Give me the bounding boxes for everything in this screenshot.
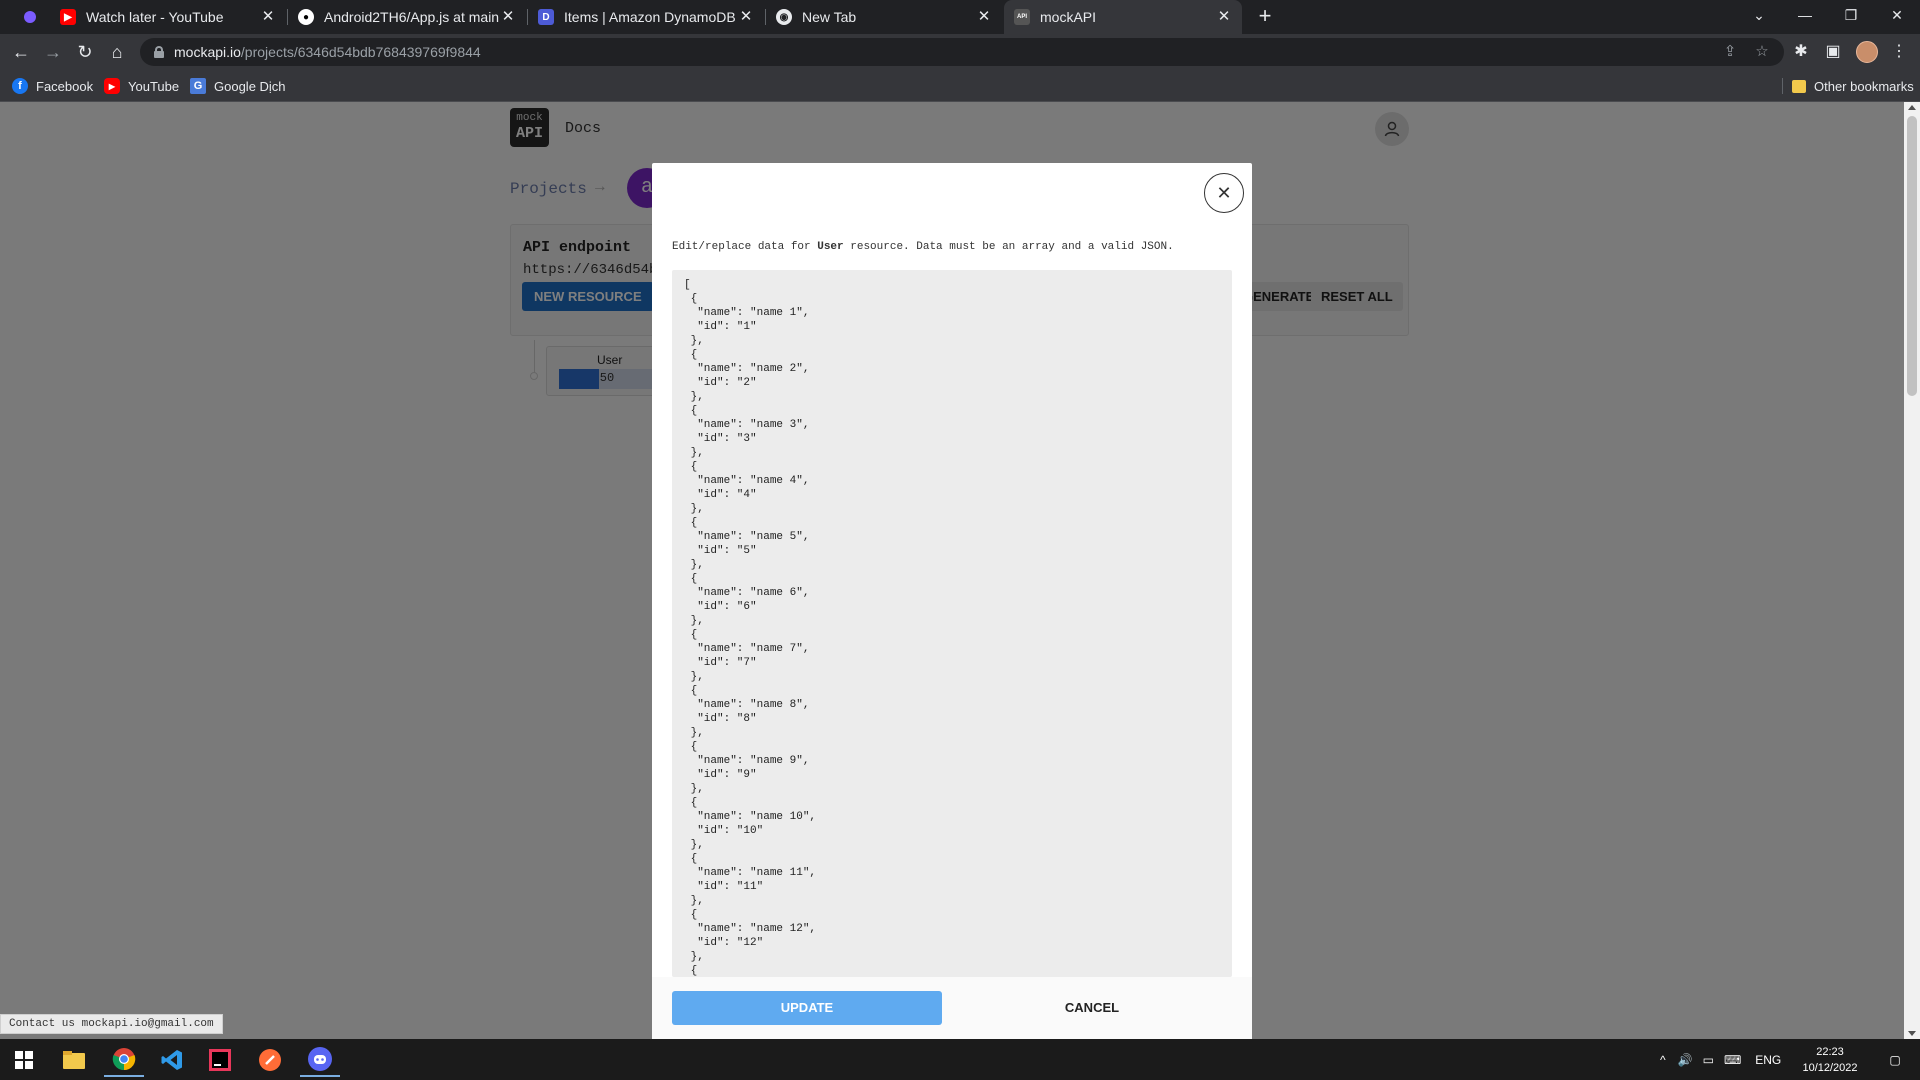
modal-description: Edit/replace data for User resource. Dat… (672, 241, 1174, 253)
edit-data-modal: ✕ Edit/replace data for User resource. D… (652, 163, 1252, 1039)
language-indicator[interactable]: ENG (1755, 1053, 1781, 1067)
discord-icon[interactable] (300, 1043, 340, 1077)
chrome-icon: ◉ (776, 9, 792, 25)
resource-name-label: User (817, 241, 844, 253)
github-icon: ● (298, 9, 314, 25)
folder-icon (1792, 79, 1806, 93)
page-scrollbar[interactable] (1904, 102, 1920, 1039)
tab-strip: ▶ Watch later - YouTube ✕ ● Android2TH6/… (0, 0, 1920, 34)
page-viewport: mock API Docs Projects → a API endpoint … (0, 102, 1920, 1039)
bookmark-youtube[interactable]: ▶ YouTube (104, 76, 179, 96)
windows-start-icon[interactable] (4, 1043, 44, 1077)
tab-search-icon[interactable]: ⌄ (1736, 0, 1782, 30)
taskbar-clock[interactable]: 22:23 10/12/2022 (1790, 1044, 1870, 1076)
file-explorer-icon[interactable] (54, 1043, 94, 1077)
menu-kebab-icon[interactable]: ⋮ (1886, 39, 1912, 65)
scroll-down-arrow-icon[interactable] (1908, 1031, 1916, 1036)
intellij-icon[interactable] (200, 1043, 240, 1077)
youtube-icon: ▶ (60, 9, 76, 25)
new-tab-button[interactable]: + (1252, 4, 1278, 30)
close-window-button[interactable]: ✕ (1874, 0, 1920, 30)
clock-date: 10/12/2022 (1802, 1062, 1858, 1074)
tab-pinned[interactable] (14, 0, 52, 34)
side-panel-icon[interactable]: ▣ (1820, 39, 1846, 65)
back-icon[interactable]: ← (8, 39, 34, 65)
reload-icon[interactable]: ↻ (72, 39, 98, 65)
purple-circle-icon (24, 11, 36, 23)
lock-icon (154, 46, 164, 58)
contact-footer: Contact us mockapi.io@gmail.com (0, 1014, 223, 1034)
tab-mockapi[interactable]: API mockAPI ✕ (1004, 0, 1242, 34)
forward-icon[interactable]: → (40, 39, 66, 65)
other-bookmarks[interactable]: Other bookmarks (1792, 76, 1914, 96)
browser-toolbar: ← → ↻ ⌂ mockapi.io/projects/6346d54bdb76… (0, 34, 1920, 70)
close-tab-icon[interactable]: ✕ (1216, 9, 1232, 25)
modal-footer: UPDATE CANCEL (652, 977, 1252, 1039)
tab-dynamodb[interactable]: D Items | Amazon DynamoDB Man ✕ (528, 0, 764, 34)
notifications-icon[interactable]: ▢ (1880, 1039, 1910, 1080)
scrollbar-thumb[interactable] (1907, 116, 1917, 396)
minimize-button[interactable]: — (1782, 0, 1828, 30)
tab-new-tab[interactable]: ◉ New Tab ✕ (766, 0, 1002, 34)
tab-youtube-watch-later[interactable]: ▶ Watch later - YouTube ✕ (50, 0, 286, 34)
facebook-icon: f (12, 78, 28, 94)
bookmark-separator (1782, 78, 1783, 94)
youtube-icon: ▶ (104, 78, 120, 94)
close-tab-icon[interactable]: ✕ (738, 9, 754, 25)
bookmark-google-translate[interactable]: G Google Dịch (190, 76, 286, 96)
extensions-icon[interactable]: ✱ (1788, 39, 1814, 65)
dynamodb-icon: D (538, 9, 554, 25)
json-editor[interactable]: [ { "name": "name 1", "id": "1" }, { "na… (672, 270, 1232, 977)
google-translate-icon: G (190, 78, 206, 94)
tab-github[interactable]: ● Android2TH6/App.js at main · Ha ✕ (288, 0, 526, 34)
chrome-icon[interactable] (104, 1043, 144, 1077)
address-bar[interactable]: mockapi.io/projects/6346d54bdb768439769f… (140, 38, 1784, 66)
profile-avatar[interactable] (1856, 41, 1878, 63)
chevron-up-icon[interactable]: ^ (1660, 1053, 1666, 1067)
scroll-up-arrow-icon[interactable] (1908, 105, 1916, 110)
bookmark-facebook[interactable]: f Facebook (12, 76, 93, 96)
clock-time: 22:23 (1816, 1046, 1844, 1058)
bookmarks-bar: f Facebook ▶ YouTube G Google Dịch Other… (0, 70, 1920, 102)
json-editor-content[interactable]: [ { "name": "name 1", "id": "1" }, { "na… (672, 270, 1232, 977)
mockapi-icon: API (1014, 9, 1030, 25)
update-button[interactable]: UPDATE (672, 991, 942, 1025)
network-icon[interactable]: ▭ (1703, 1053, 1714, 1067)
windows-taskbar: ^ 🔊 ▭ ⌨ ENG 22:23 10/12/2022 ▢ (0, 1039, 1920, 1080)
url-host: mockapi.io (174, 44, 241, 60)
close-tab-icon[interactable]: ✕ (500, 9, 516, 25)
close-tab-icon[interactable]: ✕ (976, 9, 992, 25)
home-icon[interactable]: ⌂ (104, 39, 130, 65)
url-path: /projects/6346d54bdb768439769f9844 (240, 44, 481, 60)
restore-button[interactable]: ❐ (1828, 0, 1874, 30)
vscode-icon[interactable] (152, 1043, 192, 1077)
system-tray: ^ 🔊 ▭ ⌨ ENG (1660, 1039, 1781, 1080)
close-tab-icon[interactable]: ✕ (260, 9, 276, 25)
keyboard-icon[interactable]: ⌨ (1724, 1053, 1741, 1067)
cancel-button[interactable]: CANCEL (1032, 991, 1152, 1025)
volume-icon[interactable]: 🔊 (1678, 1053, 1693, 1067)
share-icon[interactable]: ⇪ (1716, 38, 1744, 66)
postman-icon[interactable] (250, 1043, 290, 1077)
bookmark-star-icon[interactable]: ☆ (1748, 38, 1776, 66)
close-modal-button[interactable]: ✕ (1204, 173, 1244, 213)
